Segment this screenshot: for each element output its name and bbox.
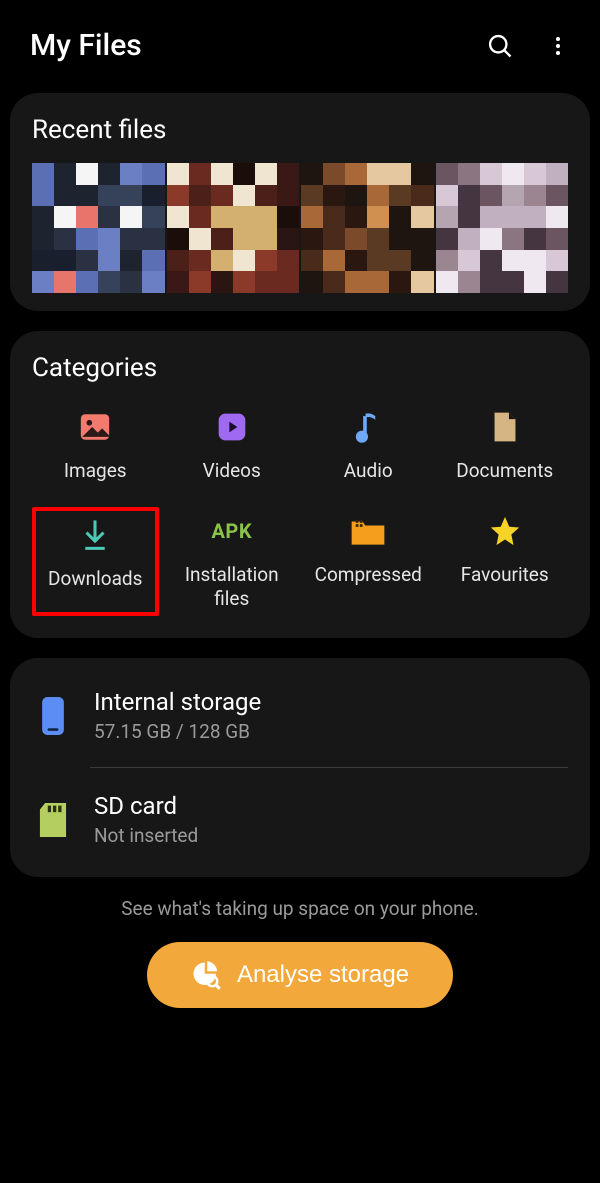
recent-files-title: Recent files	[32, 115, 568, 145]
sdcard-icon	[36, 800, 70, 840]
categories-card: Categories Images Videos Audio Documents	[10, 331, 590, 638]
analyse-storage-button[interactable]: Analyse storage	[147, 942, 453, 1008]
storage-info: SD card Not inserted	[94, 792, 198, 847]
categories-grid: Images Videos Audio Documents Downloads	[32, 403, 568, 616]
category-compressed[interactable]: Compressed	[305, 507, 432, 617]
category-documents[interactable]: Documents	[442, 403, 569, 489]
apk-icon: APK	[214, 513, 250, 549]
star-icon	[487, 513, 523, 549]
folder-zip-icon	[350, 513, 386, 549]
storage-sdcard[interactable]: SD card Not inserted	[32, 784, 568, 855]
header-actions	[486, 32, 570, 60]
category-installation-files[interactable]: APK Installation files	[169, 507, 296, 617]
category-label: Compressed	[315, 563, 422, 587]
footer-hint: See what's taking up space on your phone…	[0, 897, 600, 920]
thumbnail[interactable]	[167, 163, 300, 293]
storage-title: Internal storage	[94, 688, 261, 716]
search-button[interactable]	[486, 32, 514, 60]
video-icon	[214, 409, 250, 445]
category-label: Documents	[456, 459, 553, 483]
storage-subtitle: Not inserted	[94, 824, 198, 847]
storage-subtitle: 57.15 GB / 128 GB	[94, 720, 261, 743]
category-favourites[interactable]: Favourites	[442, 507, 569, 617]
document-icon	[487, 409, 523, 445]
recent-files-thumbnails[interactable]	[32, 163, 568, 293]
more-button[interactable]	[546, 34, 570, 58]
category-label: Images	[64, 459, 127, 483]
storage-info: Internal storage 57.15 GB / 128 GB	[94, 688, 261, 743]
phone-icon	[36, 696, 70, 736]
categories-title: Categories	[32, 353, 568, 383]
analyse-button-label: Analyse storage	[237, 961, 409, 989]
search-icon	[486, 32, 514, 60]
category-audio[interactable]: Audio	[305, 403, 432, 489]
audio-icon	[350, 409, 386, 445]
category-images[interactable]: Images	[32, 403, 159, 489]
category-label: Downloads	[48, 567, 142, 591]
download-icon	[77, 517, 113, 553]
category-downloads[interactable]: Downloads	[32, 507, 159, 617]
image-icon	[77, 409, 113, 445]
category-videos[interactable]: Videos	[169, 403, 296, 489]
app-title: My Files	[30, 28, 142, 63]
storage-card: Internal storage 57.15 GB / 128 GB SD ca…	[10, 658, 590, 877]
category-label: Installation files	[171, 563, 294, 611]
category-label: Videos	[203, 459, 261, 483]
thumbnail[interactable]	[301, 163, 434, 293]
more-vertical-icon	[546, 34, 570, 58]
storage-internal[interactable]: Internal storage 57.15 GB / 128 GB	[32, 680, 568, 751]
thumbnail[interactable]	[32, 163, 165, 293]
recent-files-card: Recent files	[10, 93, 590, 311]
app-header: My Files	[0, 0, 600, 83]
category-label: Audio	[344, 459, 393, 483]
category-label: Favourites	[461, 563, 549, 587]
storage-title: SD card	[94, 792, 198, 820]
divider	[90, 767, 568, 768]
thumbnail[interactable]	[436, 163, 569, 293]
pie-chart-search-icon	[191, 960, 221, 990]
